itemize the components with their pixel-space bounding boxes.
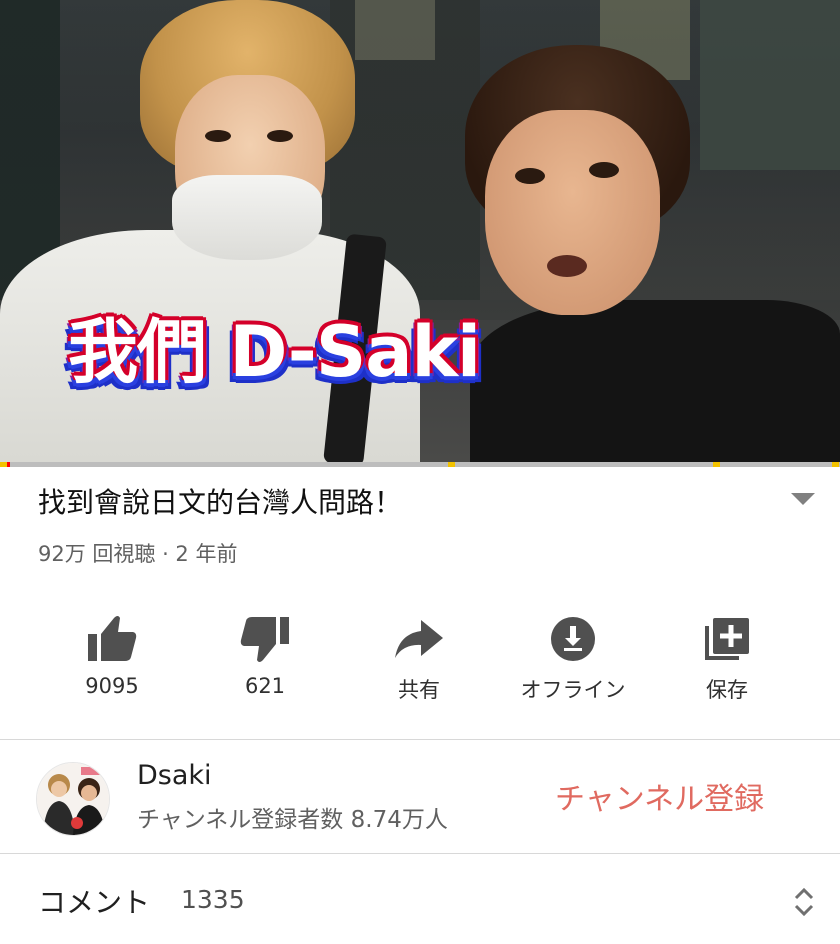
divider: [0, 739, 840, 740]
video-frame-storefront: [355, 0, 435, 60]
thumbs-up-icon: [88, 616, 137, 661]
video-face-mask: [172, 175, 322, 260]
comments-count: 1335: [181, 885, 245, 914]
eye: [267, 130, 293, 142]
like-button[interactable]: 9095: [37, 612, 187, 698]
video-meta: 92万 回視聴 · 2 年前: [38, 542, 238, 566]
dislike-button[interactable]: 621: [190, 612, 340, 698]
save-button[interactable]: 保存: [652, 612, 802, 704]
dislike-count: 621: [244, 674, 286, 698]
progress-chapter-marker: [0, 462, 7, 467]
download-icon: [551, 617, 595, 661]
expand-description-icon[interactable]: [791, 493, 815, 505]
video-person-right-shirt: [470, 300, 840, 462]
share-label: 共有: [398, 678, 440, 702]
eye: [515, 168, 545, 184]
download-button[interactable]: オフライン: [498, 612, 648, 704]
video-progress-bar[interactable]: [0, 462, 840, 467]
mouth: [547, 255, 587, 277]
share-icon: [395, 620, 443, 658]
offline-label: オフライン: [520, 678, 626, 702]
channel-avatar-image: [37, 763, 109, 835]
channel-name[interactable]: Dsaki: [137, 760, 212, 791]
progress-chapter-marker: [832, 462, 839, 467]
save-label: 保存: [706, 678, 748, 702]
eye: [589, 162, 619, 178]
action-bar: 9095 621 共有 オフライン 保存: [0, 612, 840, 712]
add-to-playlist-icon: [705, 618, 749, 660]
subscribe-button[interactable]: チャンネル登録: [555, 774, 764, 818]
eye: [205, 130, 231, 142]
comments-label[interactable]: コメント: [38, 881, 150, 921]
video-title: 找到會說日文的台灣人問路！: [38, 486, 403, 519]
divider: [0, 853, 840, 854]
channel-avatar[interactable]: [36, 762, 110, 836]
progress-chapter-marker: [713, 462, 720, 467]
progress-chapter-marker: [448, 462, 455, 467]
thumbs-down-icon: [240, 617, 289, 662]
video-person-right-face: [485, 110, 660, 315]
like-count: 9095: [85, 674, 139, 698]
share-button[interactable]: 共有: [344, 612, 494, 704]
video-frame-storefront: [700, 0, 840, 170]
video-player[interactable]: 我們 D-Saki: [0, 0, 840, 462]
expand-collapse-icon[interactable]: [790, 884, 818, 920]
channel-subscriber-count: チャンネル登録者数 8.74万人: [137, 807, 448, 833]
video-overlay-caption: 我們 D-Saki: [68, 311, 481, 393]
